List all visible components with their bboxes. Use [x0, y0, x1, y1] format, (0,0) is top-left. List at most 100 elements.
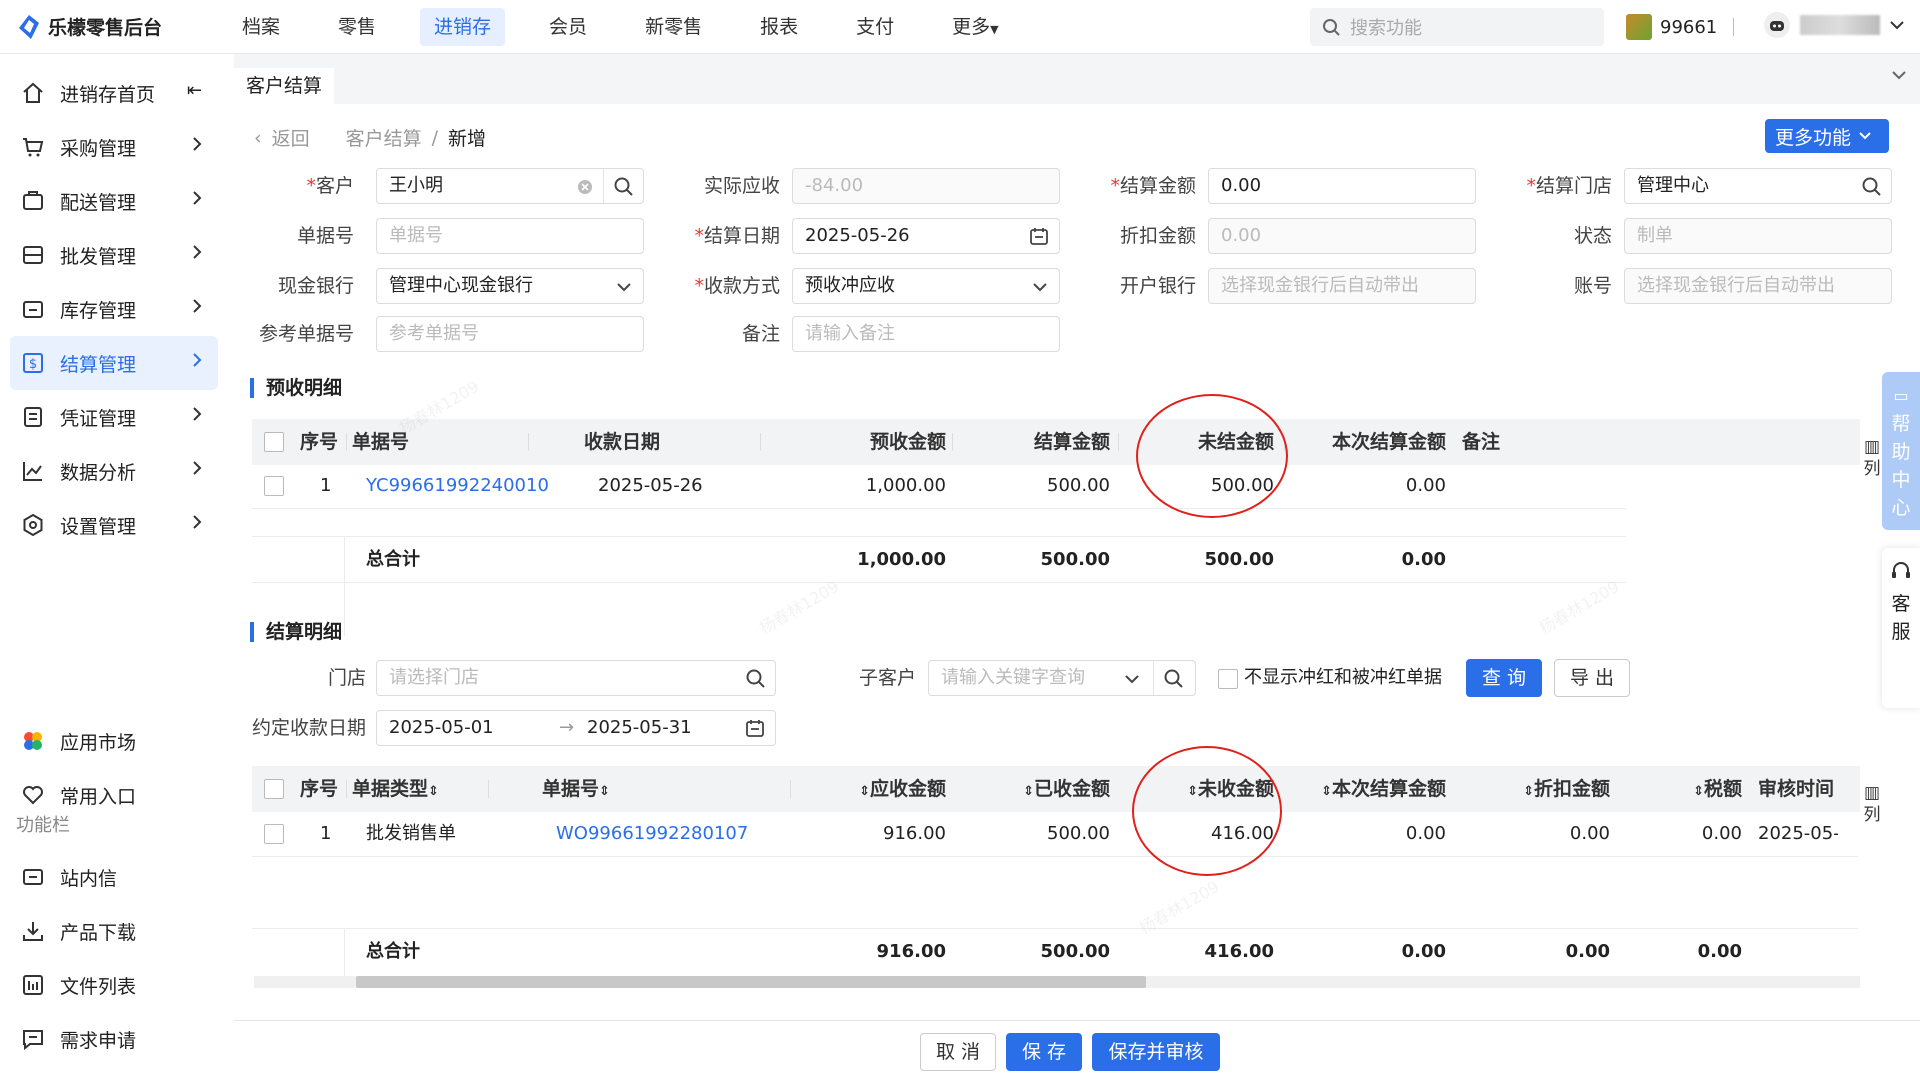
- sidebar-item-messages[interactable]: 站内信: [10, 850, 218, 904]
- chevron-right-icon: [193, 407, 202, 421]
- th-this-settle-amount-label: 本次结算金额: [1331, 778, 1446, 800]
- calendar-icon[interactable]: [745, 718, 765, 738]
- sidebar-item-label: 库存管理: [60, 299, 137, 322]
- nav-member[interactable]: 会员: [535, 8, 601, 46]
- cancel-button[interactable]: 取 消: [920, 1033, 996, 1071]
- column-settings-button[interactable]: ▥ 列: [1860, 782, 1884, 826]
- sidebar-item-purchase[interactable]: 采购管理: [10, 120, 218, 174]
- prepay-row-seq: 1: [320, 475, 332, 496]
- filter-store-field[interactable]: 请选择门店: [376, 660, 776, 696]
- open-bank-field: 选择现金银行后自动带出: [1208, 268, 1476, 304]
- account-info[interactable]: 99661: [1626, 14, 1717, 40]
- sidebar-item-files[interactable]: 文件列表: [10, 958, 218, 1012]
- settle-store-field[interactable]: 管理中心: [1624, 168, 1892, 204]
- user-menu[interactable]: [1764, 12, 1904, 38]
- sidebar-item-requests[interactable]: 需求申请: [10, 1012, 218, 1066]
- status-label: 状态: [1573, 225, 1612, 247]
- app-market-icon: [20, 728, 46, 754]
- th-discount-amount[interactable]: ⇕折扣金额: [1452, 766, 1610, 812]
- clear-icon[interactable]: [577, 179, 593, 195]
- sidebar-item-label: 产品下载: [60, 921, 137, 944]
- due-date-range[interactable]: 2025-05-01 → 2025-05-31: [376, 710, 776, 746]
- row-checkbox[interactable]: [264, 476, 284, 496]
- annotation-circle: [1132, 746, 1282, 876]
- search-icon[interactable]: [745, 668, 765, 688]
- sidebar-item-wholesale[interactable]: 批发管理: [10, 228, 218, 282]
- sidebar-item-app-market[interactable]: 应用市场: [10, 714, 218, 768]
- th-settled-amount: 结算金额: [1033, 431, 1110, 453]
- settle-amount-field[interactable]: 0.00: [1208, 168, 1476, 204]
- chevron-down-icon[interactable]: [1125, 674, 1139, 684]
- settle-date-value: 2025-05-26: [805, 225, 910, 246]
- sidebar-item-settings[interactable]: 设置管理: [10, 498, 218, 552]
- pay-mode-select[interactable]: 预收冲应收: [792, 268, 1060, 304]
- breadcrumb-parent[interactable]: 客户结算: [346, 124, 422, 151]
- column-settings-button[interactable]: ▥ 列: [1860, 436, 1884, 480]
- settle-row-discount[interactable]: 0.00: [1452, 812, 1610, 856]
- th-received-amount[interactable]: ⇕已收金额: [952, 766, 1110, 812]
- hide-reversal-label[interactable]: 不显示冲红和被冲红单据: [1244, 656, 1442, 700]
- nav-payment[interactable]: 支付: [842, 8, 908, 46]
- settle-row-this-settle[interactable]: 0.00: [1280, 812, 1446, 856]
- customer-service-button[interactable]: 客 服: [1882, 548, 1920, 708]
- due-date-start: 2025-05-01: [389, 717, 494, 738]
- sidebar-item-settlement[interactable]: $ 结算管理: [10, 336, 218, 390]
- doc-no-field[interactable]: 单据号: [376, 218, 644, 254]
- search-icon[interactable]: [613, 176, 633, 196]
- select-all-checkbox[interactable]: [264, 432, 284, 452]
- th-tax-label: 税额: [1703, 778, 1742, 800]
- sidebar-item-distribution[interactable]: 配送管理: [10, 174, 218, 228]
- prepay-row-doc-link[interactable]: YC99661992240010: [366, 464, 549, 508]
- ref-no-field[interactable]: 参考单据号: [376, 316, 644, 352]
- watermark: 杨春林1209: [755, 576, 843, 638]
- collapse-icon[interactable]: ⇤: [187, 80, 202, 101]
- horizontal-scrollbar[interactable]: [254, 976, 1860, 988]
- help-center-button[interactable]: ▭ 帮 助 中 心: [1882, 372, 1920, 530]
- app-logo[interactable]: 乐檬零售后台: [18, 13, 162, 40]
- sidebar-item-voucher[interactable]: 凭证管理: [10, 390, 218, 444]
- remark-field[interactable]: 请输入备注: [792, 316, 1060, 352]
- th-doc-no[interactable]: 单据号⇕: [542, 766, 610, 812]
- th-this-settle-amount[interactable]: ⇕本次结算金额: [1280, 766, 1446, 812]
- prepay-row-this-settle[interactable]: 0.00: [1280, 464, 1446, 508]
- save-and-audit-button[interactable]: 保存并审核: [1092, 1033, 1220, 1071]
- settle-store-label-text: 结算门店: [1535, 175, 1612, 197]
- select-all-checkbox[interactable]: [264, 779, 284, 799]
- row-divider: [252, 856, 1858, 857]
- save-button[interactable]: 保 存: [1006, 1033, 1082, 1071]
- customer-field[interactable]: 王小明: [376, 168, 644, 204]
- doc-no-label: 单据号: [296, 225, 354, 247]
- th-doc-type[interactable]: 单据类型⇕: [352, 766, 439, 812]
- cash-bank-select[interactable]: 管理中心现金银行: [376, 268, 644, 304]
- back-link[interactable]: 返回: [272, 124, 310, 151]
- chevron-down-icon[interactable]: [1892, 70, 1906, 80]
- search-icon[interactable]: [1861, 176, 1881, 196]
- sub-customer-field[interactable]: 请输入关键字查询: [928, 660, 1196, 696]
- nav-report[interactable]: 报表: [746, 8, 812, 46]
- back-icon[interactable]: ‹: [254, 127, 262, 149]
- sidebar-item-inventory-home[interactable]: 进销存首页 ⇤: [10, 66, 218, 120]
- nav-retail[interactable]: 零售: [324, 8, 390, 46]
- calendar-icon[interactable]: [1029, 226, 1049, 246]
- th-tax[interactable]: ⇕税额: [1620, 766, 1742, 812]
- nav-archive[interactable]: 档案: [228, 8, 294, 46]
- feature-search[interactable]: 搜索功能: [1310, 8, 1604, 46]
- sidebar-item-stock[interactable]: 库存管理: [10, 282, 218, 336]
- nav-new-retail[interactable]: 新零售: [631, 8, 716, 46]
- th-due-amount[interactable]: ⇕应收金额: [708, 766, 946, 812]
- sidebar-item-analytics[interactable]: 数据分析: [10, 444, 218, 498]
- query-button[interactable]: 查 询: [1466, 659, 1542, 697]
- row-checkbox[interactable]: [264, 824, 284, 844]
- more-functions-button[interactable]: 更多功能: [1765, 119, 1889, 153]
- nav-inventory[interactable]: 进销存: [420, 8, 506, 46]
- nav-more[interactable]: 更多▼: [938, 8, 1012, 46]
- customer-value: 王小明: [389, 175, 443, 196]
- th-due-amount-label: 应收金额: [869, 778, 946, 800]
- scrollbar-thumb[interactable]: [356, 976, 1146, 988]
- export-button[interactable]: 导 出: [1554, 659, 1630, 697]
- sidebar-item-download[interactable]: 产品下载: [10, 904, 218, 958]
- settle-date-field[interactable]: 2025-05-26: [792, 218, 1060, 254]
- hide-reversal-checkbox[interactable]: [1218, 669, 1238, 689]
- search-icon[interactable]: [1163, 668, 1183, 688]
- tab-customer-settlement[interactable]: 客户结算: [234, 68, 334, 104]
